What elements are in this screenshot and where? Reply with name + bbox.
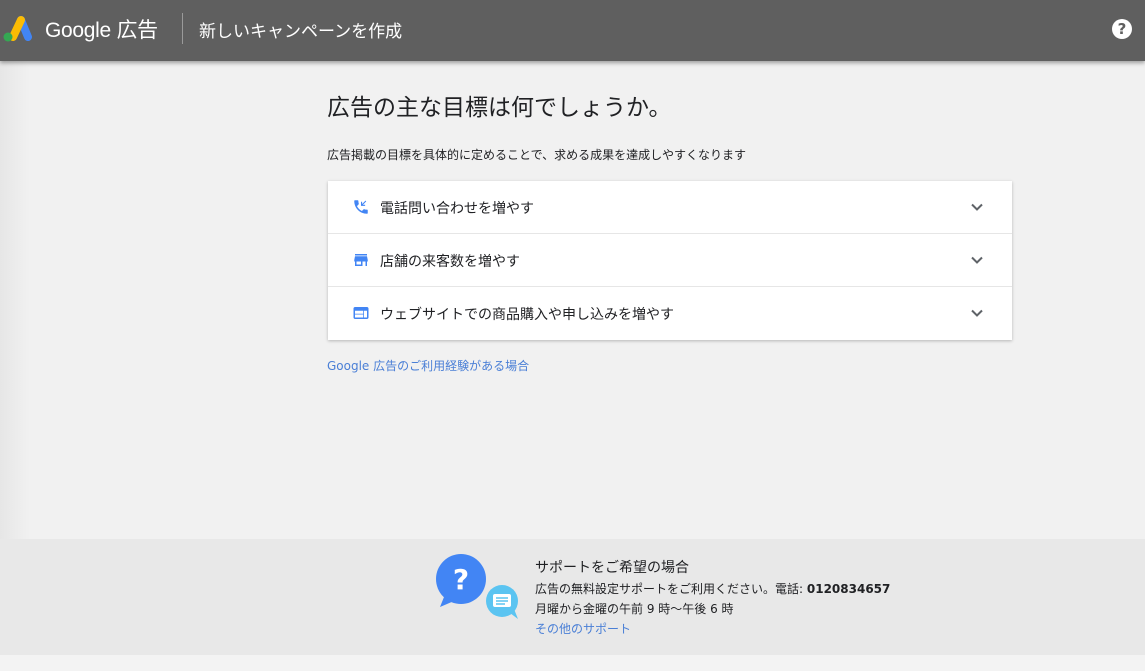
goal-label: 電話問い合わせを増やす xyxy=(380,201,534,217)
support-hours: 月曜から金曜の午前 9 時〜午後 6 時 xyxy=(535,602,734,616)
chevron-down-icon[interactable] xyxy=(970,253,984,267)
other-support-link[interactable]: その他のサポート xyxy=(535,620,631,637)
goal-label: ウェブサイトでの商品購入や申し込みを増やす xyxy=(380,307,674,323)
support-phone-prefix: 広告の無料設定サポートをご利用ください。電話: xyxy=(535,582,807,596)
chevron-down-icon[interactable] xyxy=(970,306,984,320)
goal-option-phone-calls[interactable]: 電話問い合わせを増やす xyxy=(328,181,1012,234)
chevron-down-icon[interactable] xyxy=(970,200,984,214)
storefront-icon xyxy=(354,254,368,266)
goal-option-website-sales[interactable]: ウェブサイトでの商品購入や申し込みを増やす xyxy=(328,287,1012,341)
support-phone-line: 広告の無料設定サポートをご利用ください。電話: 0120834657 xyxy=(535,580,890,597)
goal-label: 店舗の来客数を増やす xyxy=(380,254,520,270)
page-title: 広告の主な目標は何でしょうか。 xyxy=(327,95,672,121)
goal-options-card: 電話問い合わせを増やす 店舗の来客数を増やす ウェブサイトでの商品購入や申し込み… xyxy=(328,181,1012,340)
support-chat-icon: ? xyxy=(436,554,518,619)
google-ads-logo-icon[interactable] xyxy=(2,15,32,43)
phone-call-icon xyxy=(354,200,368,214)
page-subtitle: 広告掲載の目標を具体的に定めることで、求める成果を達成しやすくなります xyxy=(327,148,747,162)
header-divider xyxy=(182,13,183,44)
support-phone-number: 0120834657 xyxy=(806,582,891,596)
left-panel-shade xyxy=(0,61,30,539)
support-title: サポートをご希望の場合 xyxy=(535,560,689,576)
goal-option-store-visits[interactable]: 店舗の来客数を増やす xyxy=(328,234,1012,287)
web-page-icon xyxy=(353,307,369,319)
help-icon[interactable]: ? xyxy=(1112,19,1132,39)
brand-name: Google 広告 xyxy=(45,19,158,42)
experienced-user-link[interactable]: Google 広告のご利用経験がある場合 xyxy=(327,357,529,374)
svg-text:?: ? xyxy=(453,563,469,596)
page-heading: 新しいキャンペーンを作成 xyxy=(199,22,403,42)
top-bar: Google 広告 新しいキャンペーンを作成 ? xyxy=(0,0,1145,61)
bottom-strip xyxy=(0,655,1145,671)
